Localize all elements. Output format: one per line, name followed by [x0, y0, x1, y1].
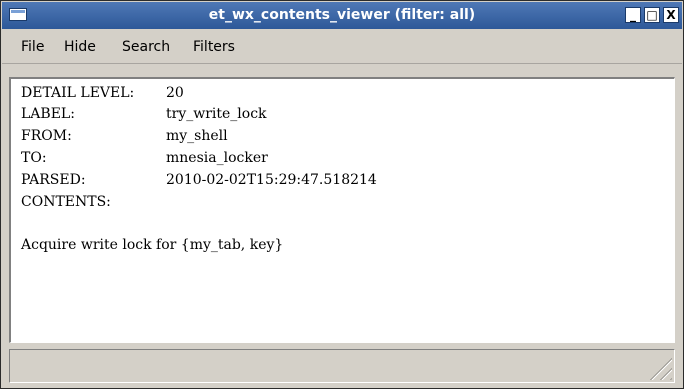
contents-label: CONTENTS: [21, 194, 111, 210]
resize-grip-icon[interactable] [644, 352, 672, 380]
contents-text-area[interactable]: DETAIL LEVEL: 20 LABEL: try_write_lock F… [9, 77, 675, 343]
to-value: mnesia_locker [166, 150, 268, 166]
minimize-button[interactable]: _ [625, 7, 641, 23]
menu-filters[interactable]: Filters [193, 39, 235, 55]
close-icon: X [666, 8, 676, 22]
close-button[interactable]: X [663, 7, 679, 23]
menu-hide[interactable]: Hide [64, 39, 96, 55]
menu-file[interactable]: File [21, 39, 44, 55]
from-label: FROM: [21, 128, 72, 144]
maximize-icon: □ [646, 8, 658, 22]
from-value: my_shell [166, 128, 228, 144]
minimize-icon: _ [630, 8, 636, 22]
contents-message: Acquire write lock for {my_tab, key} [21, 237, 284, 253]
menu-bar: File Hide Search Filters [2, 30, 682, 64]
title-bar[interactable]: et_wx_contents_viewer (filter: all) _ □ … [2, 2, 682, 29]
window-title: et_wx_contents_viewer (filter: all) [208, 7, 476, 23]
detail-level-label: DETAIL LEVEL: [21, 85, 135, 101]
parsed-value: 2010-02-02T15:29:47.518214 [166, 172, 377, 188]
status-bar [9, 349, 675, 383]
label-label: LABEL: [21, 106, 75, 122]
parsed-label: PARSED: [21, 172, 86, 188]
label-value: try_write_lock [166, 106, 267, 122]
maximize-button[interactable]: □ [644, 7, 660, 23]
to-label: TO: [21, 150, 47, 166]
contents-viewer-window: et_wx_contents_viewer (filter: all) _ □ … [0, 0, 684, 389]
menu-search[interactable]: Search [122, 39, 170, 55]
detail-level-value: 20 [166, 85, 184, 101]
